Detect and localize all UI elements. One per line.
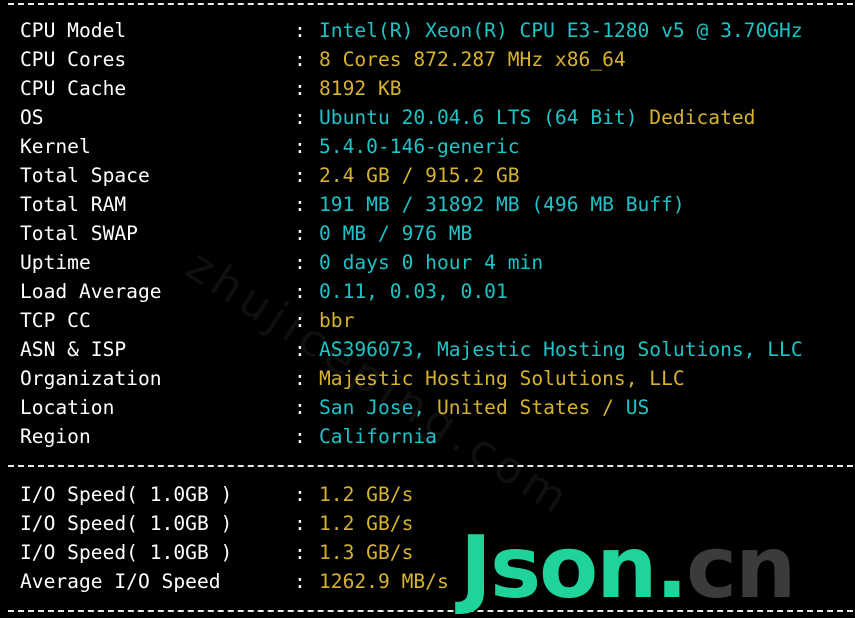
info-label: Total SWAP xyxy=(20,222,138,245)
colon-separator: : xyxy=(294,222,306,245)
info-value-part: / xyxy=(389,164,426,187)
info-label: CPU Cores xyxy=(20,48,127,71)
info-label: Total Space xyxy=(20,164,150,187)
info-label: Kernel xyxy=(20,135,91,158)
info-value-part: Dedicated xyxy=(637,106,756,129)
io-label: Average I/O Speed xyxy=(20,570,221,593)
logo-main: Json xyxy=(460,518,657,618)
io-label: I/O Speed( 1.0GB ) xyxy=(20,512,233,535)
io-value: 1.2 GB/s xyxy=(319,480,413,509)
io-value: 1262.9 MB/s xyxy=(319,567,449,596)
info-label: Organization xyxy=(20,367,162,390)
info-value: Intel(R) Xeon(R) CPU E3-1280 v5 @ 3.70GH… xyxy=(319,16,803,45)
info-value-part: Intel(R) Xeon(R) CPU E3-1280 v5 @ 3.70GH… xyxy=(319,19,803,42)
colon-separator: : xyxy=(294,425,306,448)
colon-separator: : xyxy=(294,48,306,71)
info-value: 0.11, 0.03, 0.01 xyxy=(319,277,508,306)
info-value-part: 0.11, 0.03, 0.01 xyxy=(319,280,508,303)
info-value-part: 0 MB / 976 MB xyxy=(319,222,473,245)
info-value: 191 MB / 31892 MB (496 MB Buff) xyxy=(319,190,685,219)
info-label: ASN & ISP xyxy=(20,338,127,361)
colon-separator: : xyxy=(294,251,306,274)
terminal-window[interactable]: CPU Model: Intel(R) Xeon(R) CPU E3-1280 v… xyxy=(0,0,855,616)
info-value-part: / xyxy=(590,396,626,419)
colon-separator: : xyxy=(294,512,306,535)
io-value: 1.2 GB/s xyxy=(319,509,413,538)
io-value-part: 1.3 GB/s xyxy=(319,541,414,564)
logo-tld: cn xyxy=(686,518,796,618)
colon-separator: : xyxy=(294,106,306,129)
colon-separator: : xyxy=(294,570,306,593)
separator-middle xyxy=(8,465,853,467)
colon-separator: : xyxy=(294,367,306,390)
io-value-part: 1.2 GB/s xyxy=(319,512,414,535)
info-label: OS xyxy=(20,106,44,129)
info-value: Ubuntu 20.04.6 LTS (64 Bit) Dedicated xyxy=(319,103,755,132)
separator-top xyxy=(8,3,853,5)
logo-dot: . xyxy=(655,518,689,618)
colon-separator: : xyxy=(294,164,306,187)
info-value-part: 2.4 GB xyxy=(319,164,390,187)
info-label: Location xyxy=(20,396,115,419)
info-label: CPU Model xyxy=(20,19,127,42)
info-label: Total RAM xyxy=(20,193,127,216)
info-label: Load Average xyxy=(20,280,162,303)
info-label: CPU Cache xyxy=(20,77,127,100)
info-value-part: 915.2 GB xyxy=(425,164,520,187)
info-value: 2.4 GB / 915.2 GB xyxy=(319,161,520,190)
info-label: Region xyxy=(20,425,91,448)
info-value-part: 8 Cores 872.287 MHz x86_64 xyxy=(319,48,626,71)
info-value-part: 8192 KB xyxy=(319,77,402,100)
colon-separator: : xyxy=(294,19,306,42)
info-value: 5.4.0-146-generic xyxy=(319,132,520,161)
info-value: AS396073, Majestic Hosting Solutions, LL… xyxy=(319,335,803,364)
info-value: 0 MB / 976 MB xyxy=(319,219,472,248)
json-cn-logo: Json.cn xyxy=(460,522,796,614)
info-label: Uptime xyxy=(20,251,91,274)
info-value: 8 Cores 872.287 MHz x86_64 xyxy=(319,45,626,74)
io-label: I/O Speed( 1.0GB ) xyxy=(20,483,233,506)
info-value-part: Ubuntu 20.04.6 LTS (64 Bit) xyxy=(319,106,638,129)
colon-separator: : xyxy=(294,396,306,419)
io-value: 1.3 GB/s xyxy=(319,538,413,567)
io-label: I/O Speed( 1.0GB ) xyxy=(20,541,233,564)
info-value-part: 0 days 0 hour 4 min xyxy=(319,251,544,274)
colon-separator: : xyxy=(294,193,306,216)
io-value-part: 1.2 GB/s xyxy=(319,483,414,506)
info-value-part: 5.4.0-146-generic xyxy=(319,135,520,158)
info-value-part: AS396073, Majestic Hosting Solutions, LL… xyxy=(319,338,803,361)
colon-separator: : xyxy=(294,77,306,100)
colon-separator: : xyxy=(294,483,306,506)
info-label: TCP CC xyxy=(20,309,91,332)
info-value-part: 191 MB / 31892 MB (496 MB Buff) xyxy=(319,193,685,216)
colon-separator: : xyxy=(294,135,306,158)
info-value: 8192 KB xyxy=(319,74,402,103)
io-value-part: 1262.9 MB/s xyxy=(319,570,449,593)
info-value-part: US xyxy=(625,396,650,419)
info-value: 0 days 0 hour 4 min xyxy=(319,248,543,277)
colon-separator: : xyxy=(294,541,306,564)
